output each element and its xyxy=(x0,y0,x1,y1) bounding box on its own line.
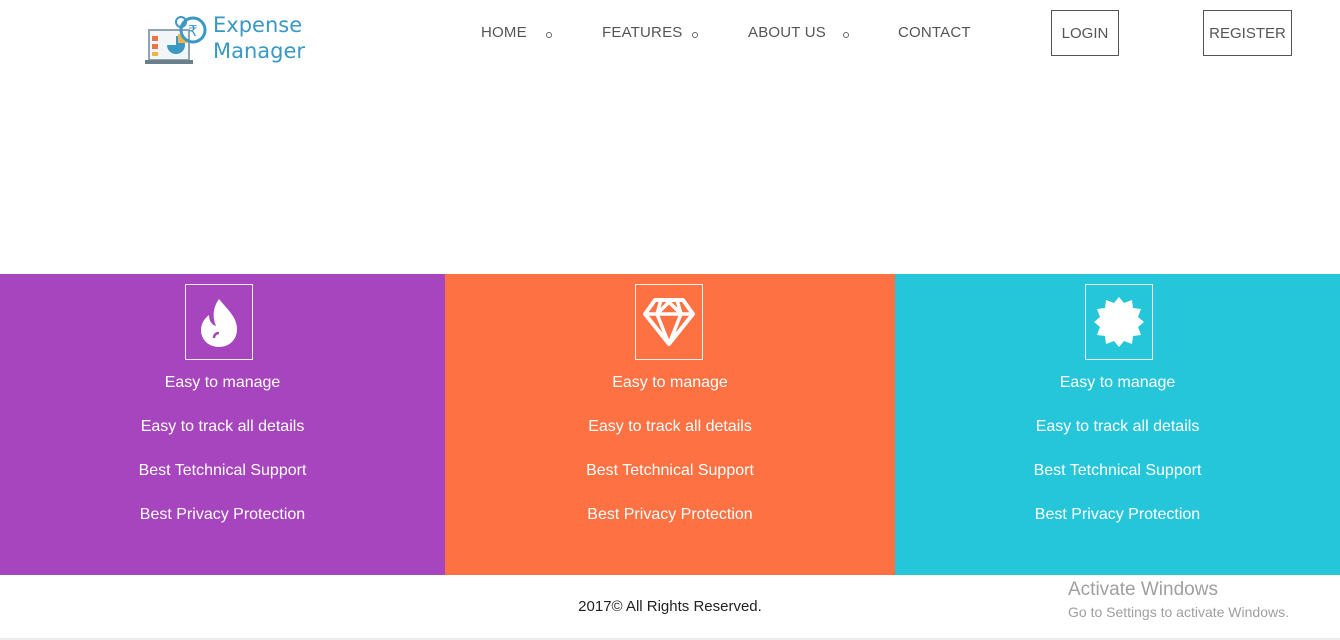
nav-home[interactable]: HOME xyxy=(481,24,527,41)
feature-panel-cyan: Easy to manage Easy to track all details… xyxy=(895,274,1340,575)
feature-item: Best Privacy Protection xyxy=(587,506,753,523)
flame-icon xyxy=(185,284,253,360)
feature-item: Easy to manage xyxy=(164,374,281,391)
brand-logo[interactable]: ₹ Expense Manager xyxy=(145,12,305,70)
svg-text:₹: ₹ xyxy=(188,22,198,40)
feature-item: Easy to track all details xyxy=(1035,418,1200,435)
feature-panel-purple: Easy to manage Easy to track all details… xyxy=(0,274,445,575)
feature-item: Best Tetchnical Support xyxy=(1033,462,1202,479)
feature-item: Best Privacy Protection xyxy=(139,506,306,523)
nav-separator-dot xyxy=(843,32,849,38)
nav-separator-dot xyxy=(546,32,552,38)
brand-line-2: Manager xyxy=(213,39,306,63)
register-button[interactable]: REGISTER xyxy=(1203,10,1292,56)
nav-separator-dot xyxy=(692,32,698,38)
badge-icon xyxy=(1085,284,1153,360)
feature-item: Easy to manage xyxy=(1059,374,1176,391)
feature-item: Easy to manage xyxy=(612,374,728,391)
feature-item: Easy to track all details xyxy=(588,418,752,435)
feature-panel-orange: Easy to manage Easy to track all details… xyxy=(445,274,895,575)
site-header: ₹ Expense Manager HOME FEATURES ABOUT US… xyxy=(0,0,1340,80)
brand-line-1: Expense xyxy=(213,13,303,37)
site-footer: 2017© All Rights Reserved. Activate Wind… xyxy=(0,575,1340,640)
watermark-subtitle: Go to Settings to activate Windows. xyxy=(1068,604,1289,620)
diamond-icon xyxy=(635,284,703,360)
feature-item: Best Tetchnical Support xyxy=(138,462,307,479)
brand-name: Expense Manager xyxy=(213,12,305,64)
nav-contact[interactable]: CONTACT xyxy=(898,24,971,41)
nav-about-us[interactable]: ABOUT US xyxy=(748,24,826,41)
windows-activation-watermark: Activate Windows Go to Settings to activ… xyxy=(1068,579,1289,620)
login-button[interactable]: LOGIN xyxy=(1051,10,1119,56)
expense-logo-icon: ₹ xyxy=(145,16,207,64)
watermark-title: Activate Windows xyxy=(1068,579,1218,600)
features-section: Easy to manage Easy to track all details… xyxy=(0,274,1340,575)
feature-item: Easy to track all details xyxy=(140,418,305,435)
nav-features[interactable]: FEATURES xyxy=(602,24,683,41)
feature-item: Best Privacy Protection xyxy=(1034,506,1201,523)
feature-item: Best Tetchnical Support xyxy=(586,462,754,479)
